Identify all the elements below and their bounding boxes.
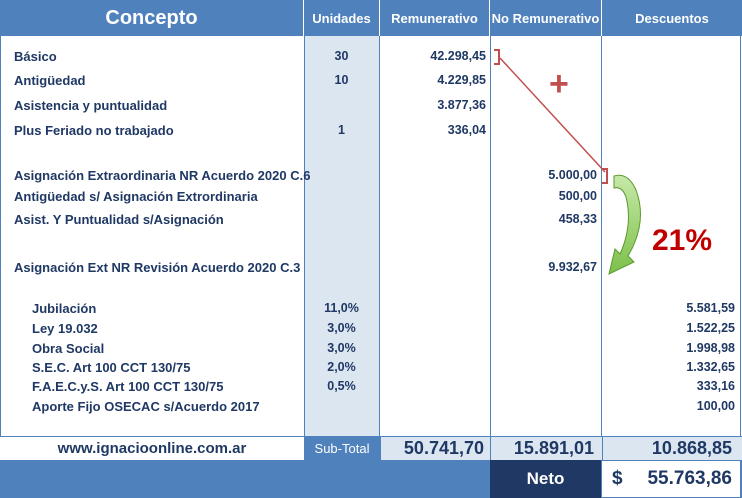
neto-label: Neto	[490, 460, 601, 498]
row-no-remunerativo: 9.932,67	[548, 260, 597, 274]
row-descuentos: 1.522,25	[686, 321, 735, 335]
row-label: Asist. Y Puntualidad s/Asignación	[14, 212, 224, 227]
row-label: Asignación Ext NR Revisión Acuerdo 2020 …	[14, 260, 301, 275]
website-cell: www.ignacioonline.com.ar	[0, 437, 304, 460]
bracket-icon	[602, 168, 608, 184]
column-line	[601, 36, 602, 436]
subtotal-no-remunerativo-cell: 15.891,01	[490, 437, 602, 460]
subtotal-label: Sub-Total	[314, 441, 370, 456]
header-remunerativo: Remunerativo	[380, 0, 490, 36]
row-unidades: 10	[334, 73, 349, 87]
row-label: S.E.C. Art 100 CCT 130/75	[32, 360, 191, 375]
column-line	[740, 36, 741, 436]
row-unidades: 30	[334, 49, 349, 63]
row-label: Plus Feriado no trabajado	[14, 123, 174, 138]
row-descuentos: 5.581,59	[686, 301, 735, 315]
row-unidades: 3,0%	[327, 321, 356, 335]
row-label: Antigüedad s/ Asignación Extrordinaria	[14, 189, 258, 204]
row-label: Jubilación	[32, 301, 97, 316]
row-remunerativo: 42.298,45	[430, 49, 486, 63]
row-remunerativo: 336,04	[447, 123, 486, 137]
subtotal-label-cell: Sub-Total	[304, 437, 380, 460]
row-unidades: 3,0%	[327, 341, 356, 355]
row-label: Asistencia y puntualidad	[14, 98, 168, 113]
subtotal-descuentos-cell: 10.868,85	[602, 437, 742, 460]
header-descuentos: Descuentos	[602, 0, 742, 36]
row-remunerativo: 3.877,36	[437, 98, 486, 112]
row-unidades: 1	[338, 123, 345, 137]
column-line	[304, 36, 305, 436]
row-descuentos: 100,00	[696, 399, 735, 413]
plus-sign: +	[549, 65, 569, 103]
row-no-remunerativo: 500,00	[558, 189, 597, 203]
header-no-remunerativo: No Remunerativo	[490, 0, 602, 36]
row-unidades: 2,0%	[327, 360, 356, 374]
column-line	[379, 36, 380, 436]
bracket-icon	[494, 49, 500, 65]
row-descuentos: 1.998,98	[686, 341, 735, 355]
row-label: Básico	[14, 49, 57, 64]
row-label: Antigüedad	[14, 73, 86, 88]
row-label: F.A.E.C.y.S. Art 100 CCT 130/75	[32, 379, 224, 394]
unidades-column-bg	[304, 36, 379, 436]
row-remunerativo: 4.229,85	[437, 73, 486, 87]
row-label: Aporte Fijo OSECAC s/Acuerdo 2017	[32, 399, 260, 414]
column-line	[490, 36, 491, 436]
subtotal-descuentos: 10.868,85	[651, 438, 732, 458]
neto-value-box: $ 55.763,86	[602, 461, 740, 497]
row-label: Ley 19.032	[32, 321, 98, 336]
website-link[interactable]: www.ignacioonline.com.ar	[58, 440, 247, 457]
subtotal-remunerativo: 50.741,70	[403, 438, 484, 458]
subtotal-no-remunerativo: 15.891,01	[513, 438, 594, 458]
row-descuentos: 333,16	[696, 379, 735, 393]
row-unidades: 11,0%	[324, 301, 359, 315]
percent-label: 21%	[652, 224, 713, 257]
row-label: Obra Social	[32, 341, 105, 356]
header-unidades: Unidades	[304, 0, 380, 36]
curved-arrow-icon	[608, 174, 641, 275]
row-no-remunerativo: 5.000,00	[548, 168, 597, 182]
neto-value: 55.763,86	[647, 468, 732, 489]
row-no-remunerativo: 458,33	[558, 212, 597, 226]
neto-currency: $	[612, 468, 623, 489]
row-descuentos: 1.332,65	[686, 360, 735, 374]
header-concepto: Concepto	[0, 0, 304, 36]
subtotal-remunerativo-cell: 50.741,70	[380, 437, 490, 460]
column-line	[0, 36, 1, 436]
row-unidades: 0,5%	[327, 379, 356, 393]
row-label: Asignación Extraordinaria NR Acuerdo 202…	[14, 168, 311, 183]
